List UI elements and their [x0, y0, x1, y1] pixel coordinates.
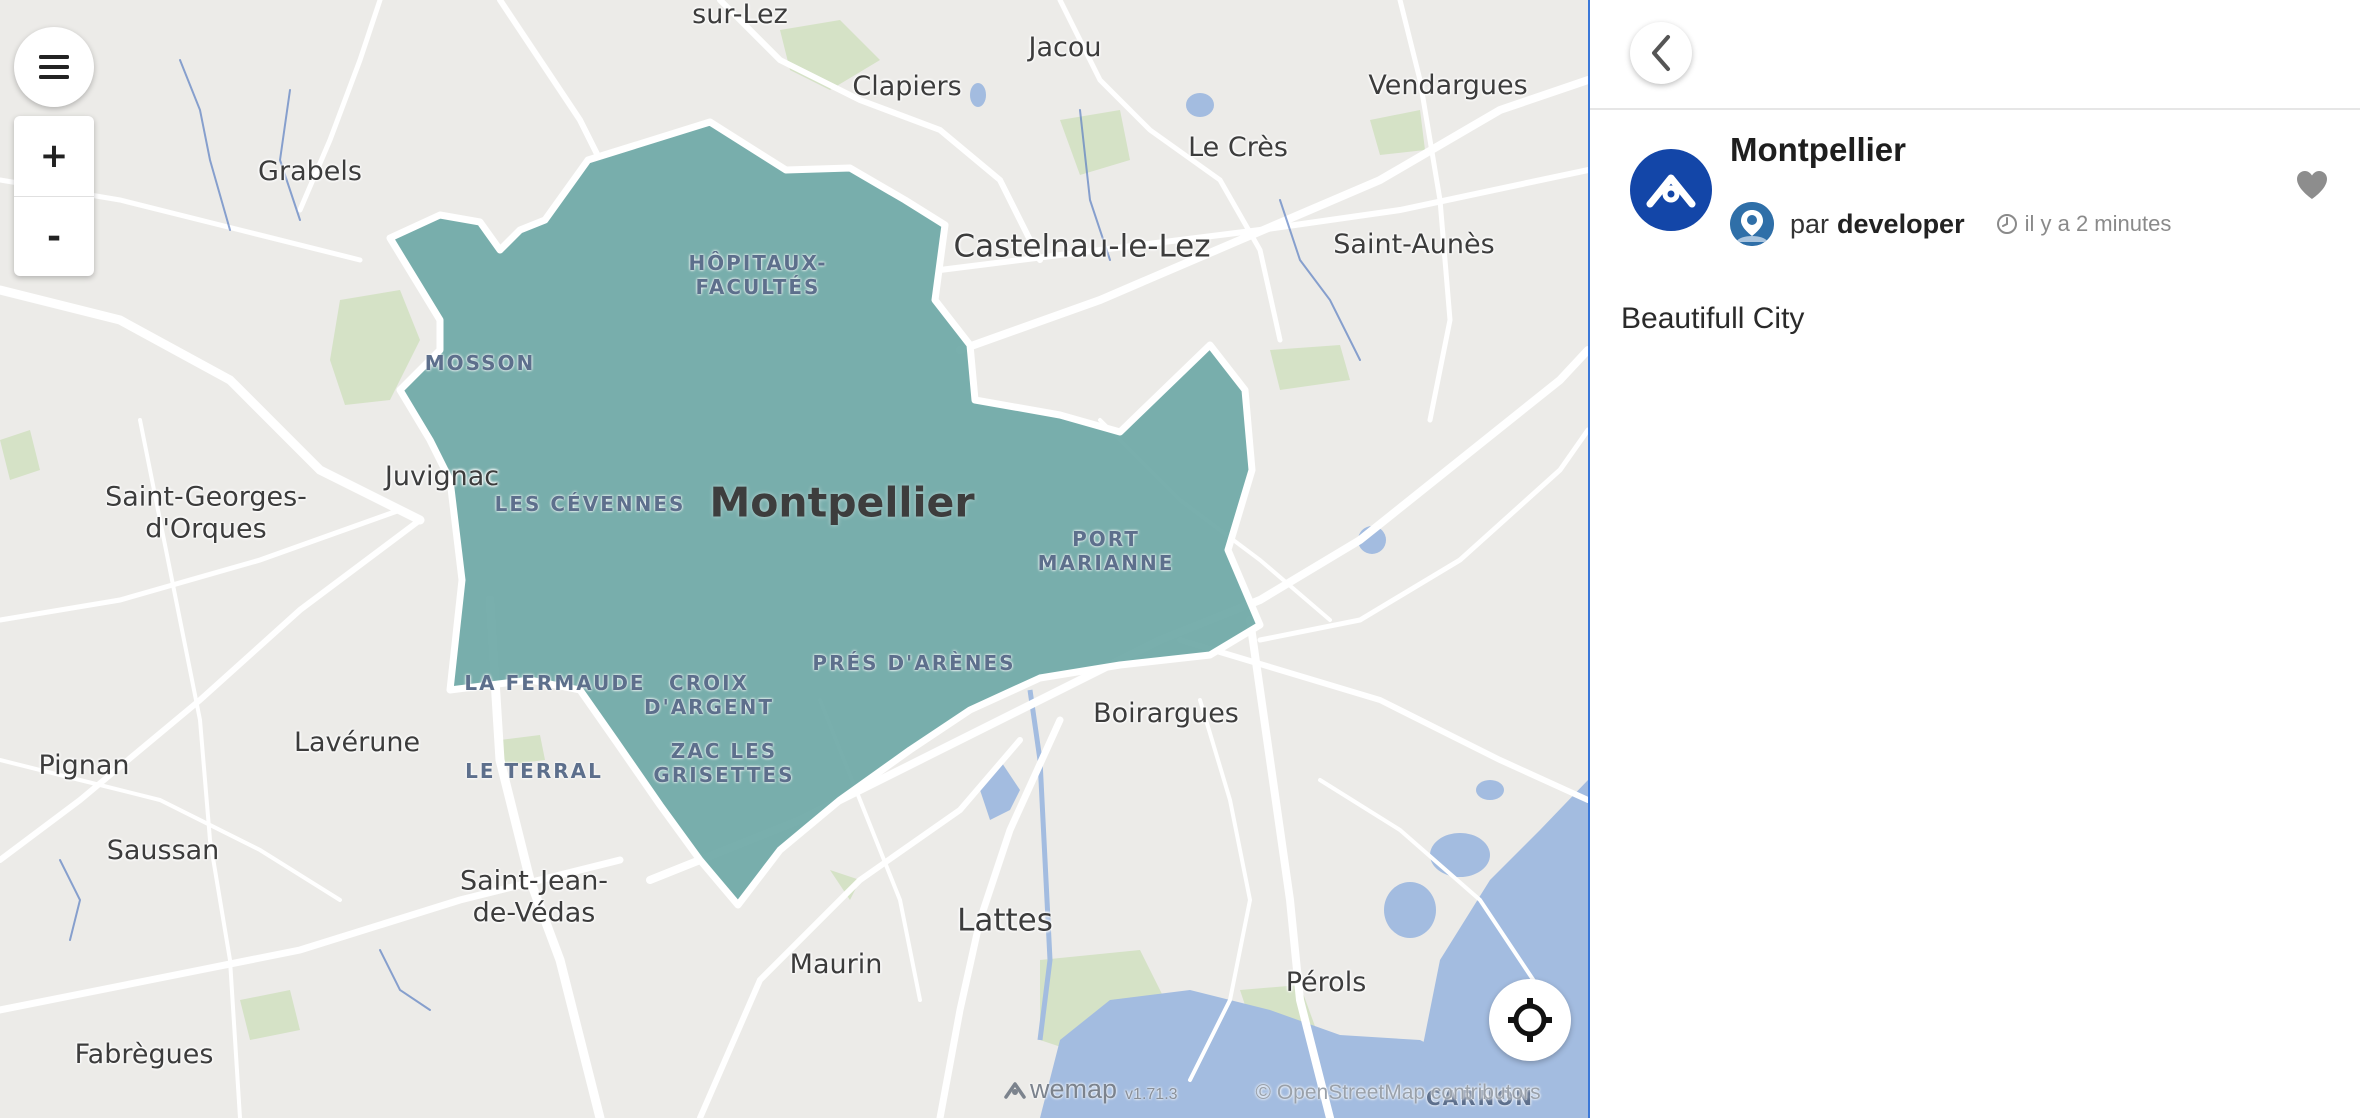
- place-label: sur-Lez: [692, 0, 788, 30]
- place-label: Grabels: [258, 155, 362, 187]
- chevron-left-icon: [1652, 35, 1670, 71]
- place-label: Boirargues: [1093, 697, 1239, 729]
- place-label: Clapiers: [852, 70, 962, 102]
- zoom-out-button[interactable]: -: [14, 196, 94, 276]
- locate-button[interactable]: [1489, 979, 1571, 1061]
- heart-icon: [2297, 171, 2327, 199]
- place-label: Pérols: [1285, 966, 1367, 998]
- clock-icon: [1995, 212, 2019, 236]
- neighborhood-label: PORT MARIANNE: [1037, 527, 1175, 575]
- place-label: Jacou: [1028, 31, 1102, 63]
- wemap-pin-icon: [1646, 174, 1696, 208]
- place-label: Lavérune: [293, 726, 421, 758]
- place-label: Fabrègues: [74, 1038, 214, 1070]
- time-ago: il y a 2 minutes: [2024, 211, 2172, 236]
- back-button[interactable]: [1630, 22, 1692, 84]
- place-label: Castelnau-le-Lez: [953, 228, 1211, 265]
- place-label: Saussan: [106, 834, 220, 866]
- crosshair-icon: [1508, 998, 1552, 1042]
- author-avatar[interactable]: [1730, 202, 1774, 246]
- place-label: Saint-Georges- d'Orques: [105, 481, 307, 545]
- panel-header: [1590, 0, 2360, 110]
- neighborhood-label: LE TERRAL: [465, 759, 603, 783]
- version-label: v1.71.3: [1125, 1085, 1178, 1103]
- zoom-in-button[interactable]: +: [14, 116, 94, 196]
- neighborhood-label: CROIX D'ARGENT: [643, 671, 775, 719]
- map-attribution: wemap v1.71.3 © OpenStreetMap contributo…: [1004, 1074, 1541, 1105]
- pin-title: Montpellier: [1730, 131, 1907, 168]
- place-label: Maurin: [789, 948, 883, 980]
- hamburger-icon: [39, 55, 69, 79]
- zoom-control: + -: [14, 116, 94, 276]
- place-label: Le Crès: [1188, 131, 1288, 163]
- author-name-link[interactable]: developer: [1837, 209, 1965, 240]
- wemap-brand[interactable]: wemap: [1004, 1074, 1117, 1105]
- place-label: Vendargues: [1368, 69, 1528, 101]
- author-row: par developer il y a 2 minutes: [1730, 202, 2171, 246]
- pin-logo: [1630, 149, 1712, 231]
- neighborhood-label: HÔPITAUX- FACULTÉS: [688, 251, 828, 299]
- favorite-button[interactable]: [2294, 168, 2330, 202]
- wemap-logo-icon: [1004, 1081, 1026, 1099]
- wemap-label: wemap: [1030, 1074, 1118, 1104]
- neighborhood-label: ZAC LES GRISETTES: [653, 739, 795, 787]
- place-label: Lattes: [957, 902, 1053, 939]
- neighborhood-label: LA FERMAUDE: [464, 671, 646, 695]
- place-label: Saint-Jean- de-Védas: [459, 865, 609, 929]
- place-label: Pignan: [38, 749, 130, 781]
- app-root: sur-Lez Jacou Clapiers Vendargues Grabel…: [0, 0, 2360, 1118]
- author-prefix: par: [1790, 208, 1830, 239]
- osm-attribution-link[interactable]: © OpenStreetMap contributors: [1256, 1081, 1541, 1105]
- place-label: Juvignac: [384, 460, 500, 492]
- pin-description: Beautifull City: [1621, 302, 1805, 335]
- neighborhood-label: PRÉS D'ARÈNES: [812, 651, 1016, 675]
- user-pin-icon: [1730, 202, 1774, 246]
- neighborhood-label: MOSSON: [424, 351, 536, 375]
- place-label: Saint-Aunès: [1333, 228, 1495, 260]
- neighborhood-label: LES CÉVENNES: [494, 492, 686, 516]
- menu-button[interactable]: [14, 27, 94, 107]
- city-label: Montpellier: [709, 478, 975, 527]
- pin-detail-panel: Montpellier par developer il y a 2 minut…: [1588, 0, 2360, 1118]
- map-view[interactable]: sur-Lez Jacou Clapiers Vendargues Grabel…: [0, 0, 1588, 1118]
